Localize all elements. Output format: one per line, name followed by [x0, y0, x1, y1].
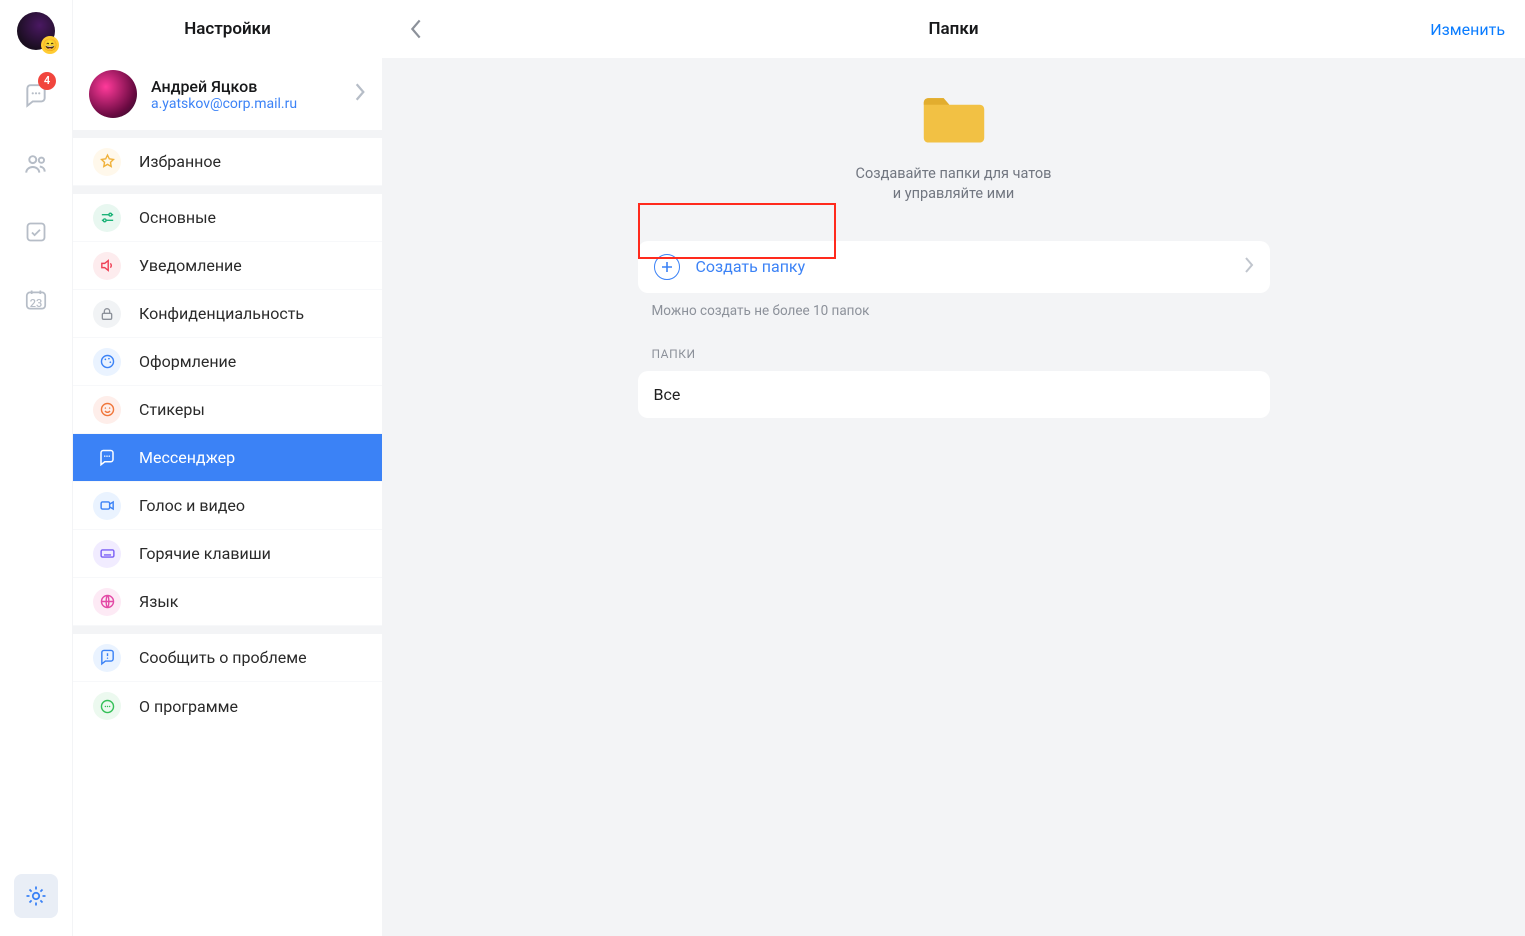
status-emoji: 😄: [41, 36, 59, 54]
separator: [73, 186, 382, 194]
content-header: Папки Изменить: [382, 0, 1525, 58]
page-title: Папки: [382, 19, 1525, 39]
messenger-icon: [93, 444, 121, 472]
chevron-right-icon: [1244, 256, 1254, 278]
sliders-icon: [93, 204, 121, 232]
unread-badge: 4: [38, 72, 56, 90]
content-area: Папки Изменить Создавайте папки для чато…: [382, 0, 1525, 936]
separator: [73, 626, 382, 634]
sidebar-item-label: Горячие клавиши: [139, 544, 271, 563]
video-icon: [93, 492, 121, 520]
nav-contacts[interactable]: [14, 142, 58, 186]
checkbox-icon: [24, 220, 48, 244]
back-button[interactable]: [402, 15, 430, 43]
nav-settings[interactable]: [14, 874, 58, 918]
profile-name: Андрей Яцков: [151, 77, 340, 96]
sidebar-item-language[interactable]: Язык: [73, 578, 382, 626]
sidebar-item-label: Основные: [139, 208, 216, 227]
folder-item-all[interactable]: Все: [638, 371, 1270, 418]
sidebar-item-stickers[interactable]: Стикеры: [73, 386, 382, 434]
sidebar-item-report[interactable]: Сообщить о проблеме: [73, 634, 382, 682]
sidebar-item-label: Конфиденциальность: [139, 304, 304, 323]
palette-icon: [93, 348, 121, 376]
edit-button[interactable]: Изменить: [1430, 20, 1505, 39]
alert-icon: [93, 644, 121, 672]
lock-icon: [93, 300, 121, 328]
plus-circle-icon: [654, 254, 680, 280]
hero-line-1: Создавайте папки для чатов: [856, 164, 1052, 184]
hero-text: Создавайте папки для чатов и управляйте …: [856, 164, 1052, 205]
folder-item-label: Все: [654, 385, 681, 404]
sidebar-item-label: Сообщить о проблеме: [139, 648, 307, 667]
sidebar-item-voice-video[interactable]: Голос и видео: [73, 482, 382, 530]
info-icon: [93, 692, 121, 720]
create-folder-label: Создать папку: [696, 257, 1244, 276]
globe-icon: [93, 588, 121, 616]
sidebar-item-label: Голос и видео: [139, 496, 245, 515]
sidebar-item-favorites[interactable]: Избранное: [73, 138, 382, 186]
folders-group-label: ПАПКИ: [638, 347, 1270, 361]
keyboard-icon: [93, 540, 121, 568]
folder-hint: Можно создать не более 10 папок: [638, 303, 1270, 319]
sidebar-item-label: О программе: [139, 697, 238, 716]
sidebar-item-label: Язык: [139, 592, 178, 611]
create-folder-button[interactable]: Создать папку: [638, 241, 1270, 293]
sidebar-item-label: Уведомление: [139, 256, 242, 275]
current-user-avatar[interactable]: 😄: [17, 12, 55, 50]
star-icon: [93, 148, 121, 176]
sidebar-item-label: Мессенджер: [139, 448, 235, 467]
separator: [73, 130, 382, 138]
sidebar-item-privacy[interactable]: Конфиденциальность: [73, 290, 382, 338]
sidebar-item-shortcuts[interactable]: Горячие клавиши: [73, 530, 382, 578]
sidebar-item-label: Стикеры: [139, 400, 205, 419]
sidebar-title: Настройки: [73, 0, 382, 58]
settings-sidebar: Настройки Андрей Яцков a.yatskov@corp.ma…: [72, 0, 382, 936]
sidebar-item-general[interactable]: Основные: [73, 194, 382, 242]
create-folder-card: Создать папку: [638, 241, 1270, 293]
profile-row[interactable]: Андрей Яцков a.yatskov@corp.mail.ru: [73, 58, 382, 130]
people-icon: [23, 151, 49, 177]
calendar-day: 23: [30, 297, 43, 310]
content-body: Создавайте папки для чатов и управляйте …: [382, 58, 1525, 418]
gear-icon: [24, 884, 48, 908]
folder-hero-icon: [920, 90, 988, 146]
sidebar-item-about[interactable]: О программе: [73, 682, 382, 730]
smile-icon: [93, 396, 121, 424]
sidebar-item-messenger[interactable]: Мессенджер: [73, 434, 382, 482]
sidebar-item-label: Избранное: [139, 152, 221, 171]
nav-chats[interactable]: 4: [14, 74, 58, 118]
chevron-right-icon: [354, 82, 366, 106]
nav-rail: 😄 4 23: [0, 0, 72, 936]
sidebar-item-label: Оформление: [139, 352, 236, 371]
profile-avatar: [89, 70, 137, 118]
nav-tasks[interactable]: [14, 210, 58, 254]
sidebar-item-notifications[interactable]: Уведомление: [73, 242, 382, 290]
nav-calendar[interactable]: 23: [14, 278, 58, 322]
sound-icon: [93, 252, 121, 280]
hero-line-2: и управляйте ими: [856, 184, 1052, 204]
profile-email: a.yatskov@corp.mail.ru: [151, 96, 340, 112]
sidebar-item-appearance[interactable]: Оформление: [73, 338, 382, 386]
